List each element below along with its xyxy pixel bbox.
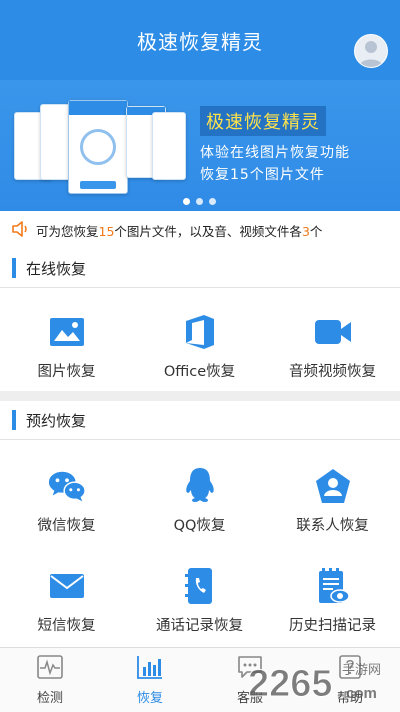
qq-icon (180, 466, 220, 506)
envelope-icon (47, 566, 87, 606)
tab-label: 恢复 (136, 690, 163, 706)
notice-bar: 可为您恢复15个图片文件，以及音、视频文件各3个 (0, 211, 400, 249)
section-accent-bar (12, 258, 16, 278)
item-label: 短信恢复 (37, 618, 96, 634)
section-divider (0, 391, 400, 401)
tab-recover[interactable]: 恢复 (100, 648, 200, 712)
promo-banner[interactable]: 极速恢复精灵 体验在线图片恢复功能 恢复15个图片文件 (0, 80, 400, 211)
office-recovery-button[interactable]: Office恢复 (133, 312, 266, 381)
speaker-icon (12, 220, 30, 240)
call-log-icon (180, 566, 220, 606)
notice-count-media: 3 (301, 223, 310, 239)
contact-recovery-button[interactable]: 联系人恢复 (266, 466, 399, 535)
item-label: QQ恢复 (173, 518, 226, 534)
phone-screenshots-illustration (10, 100, 190, 208)
notice-text: 可为您恢复15个图片文件，以及音、视频文件各3个 (36, 223, 323, 239)
office-icon (180, 312, 220, 352)
sms-recovery-button[interactable]: 短信恢复 (0, 566, 133, 635)
bar-chart-icon (137, 655, 163, 683)
app-title: 极速恢复精灵 (137, 29, 263, 54)
item-label: Office恢复 (163, 364, 236, 380)
carousel-dot[interactable] (183, 198, 190, 205)
carousel-dot[interactable] (209, 198, 216, 205)
user-avatar-icon[interactable] (354, 34, 388, 68)
banner-line-2: 恢复15个图片文件 (200, 167, 325, 183)
item-label: 微信恢复 (37, 518, 96, 534)
scan-history-icon (313, 566, 353, 606)
qq-recovery-button[interactable]: QQ恢复 (133, 466, 266, 535)
item-label: 图片恢复 (37, 364, 96, 380)
image-recovery-button[interactable]: 图片恢复 (0, 312, 133, 381)
media-recovery-button[interactable]: 音频视频恢复 (266, 312, 399, 381)
section-online-recovery: 在线恢复 (0, 249, 400, 288)
section-reserve-recovery: 预约恢复 (0, 401, 400, 440)
svg-text:2265: 2265 (248, 663, 333, 705)
banner-line-1: 体验在线图片恢复功能 (200, 145, 350, 161)
banner-title: 极速恢复精灵 (200, 106, 326, 136)
wechat-icon (47, 466, 87, 506)
site-watermark: 2265 手游网 com (246, 656, 396, 706)
notice-count-images: 15 (98, 223, 115, 239)
banner-text: 极速恢复精灵 体验在线图片恢复功能 恢复15个图片文件 (200, 106, 350, 186)
item-label: 音频视频恢复 (289, 364, 376, 380)
contact-icon (313, 466, 353, 506)
section-accent-bar (12, 410, 16, 430)
section-title: 预约恢复 (26, 411, 87, 430)
image-icon (47, 312, 87, 352)
svg-text:com: com (346, 685, 377, 702)
section-title: 在线恢复 (26, 259, 87, 278)
pulse-icon (37, 654, 63, 683)
app-header: 极速恢复精灵 (0, 0, 400, 80)
carousel-dots[interactable] (183, 198, 216, 205)
wechat-recovery-button[interactable]: 微信恢复 (0, 466, 133, 535)
tab-label: 检测 (36, 690, 63, 706)
carousel-dot[interactable] (196, 198, 203, 205)
call-log-recovery-button[interactable]: 通话记录恢复 (133, 566, 266, 635)
video-camera-icon (313, 312, 353, 352)
tab-detect[interactable]: 检测 (0, 648, 100, 712)
scan-history-button[interactable]: 历史扫描记录 (266, 566, 399, 635)
svg-text:手游网: 手游网 (342, 663, 381, 678)
item-label: 通话记录恢复 (156, 618, 243, 634)
item-label: 联系人恢复 (296, 518, 369, 534)
item-label: 历史扫描记录 (289, 618, 376, 634)
